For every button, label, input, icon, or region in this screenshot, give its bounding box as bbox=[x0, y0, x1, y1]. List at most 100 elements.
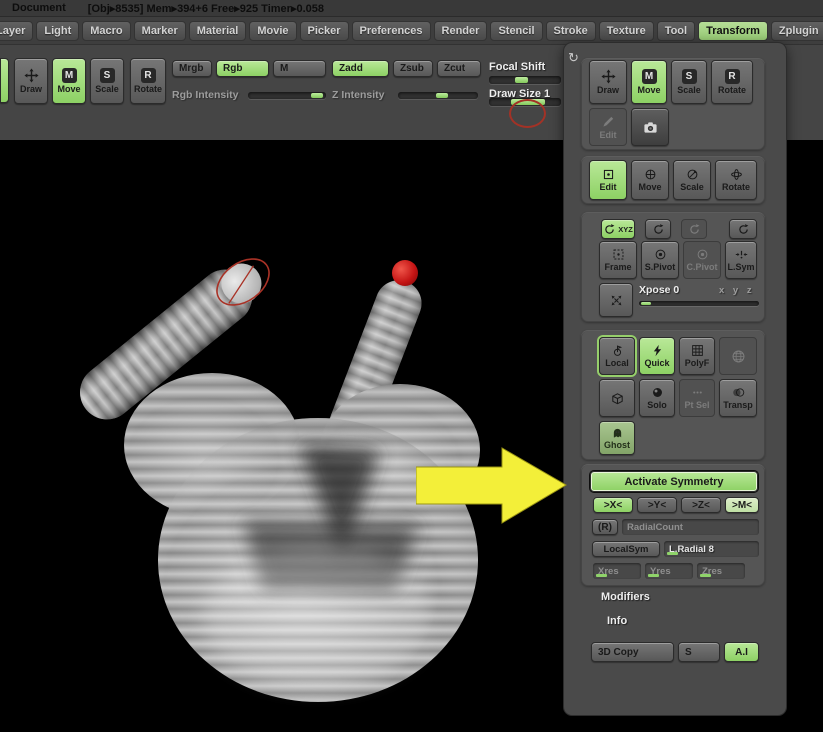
3d-copy-button[interactable]: 3D Copy bbox=[591, 642, 674, 662]
move-letter-icon: M bbox=[61, 68, 77, 83]
menu-item-macro[interactable]: Macro bbox=[82, 20, 131, 41]
point-select-button[interactable]: Pt Sel bbox=[679, 379, 715, 417]
symmetry-x-button[interactable]: >X< bbox=[593, 497, 633, 513]
symmetry-z-button[interactable]: >Z< bbox=[681, 497, 721, 513]
activate-symmetry-button[interactable]: Activate Symmetry bbox=[590, 471, 758, 492]
mrgb-button[interactable]: Mrgb bbox=[172, 60, 212, 77]
xyz-button[interactable]: XYZ bbox=[601, 219, 635, 239]
menu-item-transform[interactable]: Transform bbox=[698, 20, 768, 41]
menu-item-layer[interactable]: Layer bbox=[0, 20, 34, 41]
panel-scale-button[interactable]: S Scale bbox=[671, 60, 707, 104]
draw-button[interactable]: Draw bbox=[14, 58, 48, 104]
menu-item-preferences[interactable]: Preferences bbox=[351, 20, 431, 41]
c-pivot-button[interactable]: C.Pivot bbox=[683, 241, 721, 279]
modifiers-label[interactable]: Modifiers bbox=[601, 591, 650, 603]
move-button[interactable]: M Move bbox=[52, 58, 86, 104]
z-intensity-knob[interactable] bbox=[436, 93, 448, 98]
s-pivot-button[interactable]: S.Pivot bbox=[641, 241, 679, 279]
symmetry-section: Activate Symmetry >X< >Y< >Z< >M< (R) Ra… bbox=[581, 464, 765, 586]
rotate-button[interactable]: R Rotate bbox=[130, 58, 166, 104]
polyframe-button[interactable]: PolyF bbox=[679, 337, 715, 375]
gyro-scale-button[interactable]: Scale bbox=[673, 160, 711, 200]
clipped-button[interactable] bbox=[0, 58, 9, 103]
rotate-x-button[interactable] bbox=[645, 219, 671, 239]
circular-arrow-icon[interactable]: ↻ bbox=[568, 51, 579, 64]
zres-slider[interactable]: Zres bbox=[697, 563, 745, 579]
title-bar: Document [Obj▸8535] Mem▸394+6 Free▸925 T… bbox=[0, 0, 823, 17]
rgb-button[interactable]: Rgb bbox=[216, 60, 269, 77]
gyro-rotate-button[interactable]: Rotate bbox=[715, 160, 757, 200]
edit-gyro-icon bbox=[602, 168, 615, 181]
l-radial-slider[interactable]: L.Radial 8 bbox=[664, 541, 759, 557]
rgb-intensity-knob[interactable] bbox=[311, 93, 323, 98]
rotate-x-icon bbox=[652, 223, 665, 236]
radial-symmetry-button[interactable]: (R) bbox=[592, 519, 618, 535]
gyro-edit-button[interactable]: Edit bbox=[589, 160, 627, 200]
snapshot-button[interactable] bbox=[631, 108, 669, 146]
focal-shift-label: Focal Shift bbox=[489, 61, 546, 73]
frame-button[interactable]: Frame bbox=[599, 241, 637, 279]
xres-slider[interactable]: Xres bbox=[593, 563, 641, 579]
zadd-button[interactable]: Zadd bbox=[332, 60, 389, 77]
menu-item-tool[interactable]: Tool bbox=[656, 20, 696, 41]
focal-shift-slider[interactable] bbox=[489, 76, 561, 84]
move-gyro-icon bbox=[644, 168, 657, 181]
panel-rotate-button[interactable]: R Rotate bbox=[711, 60, 753, 104]
rotate-y-button[interactable] bbox=[681, 219, 707, 239]
scale-button[interactable]: S Scale bbox=[90, 58, 124, 104]
red-marker-ellipse bbox=[509, 99, 546, 128]
radial-count-slider[interactable]: RadialCount bbox=[622, 519, 759, 535]
info-label[interactable]: Info bbox=[607, 615, 627, 627]
menu-item-picker[interactable]: Picker bbox=[299, 20, 349, 41]
zcut-button[interactable]: Zcut bbox=[437, 60, 481, 77]
solo-button[interactable]: Solo bbox=[639, 379, 675, 417]
rotate-y-icon bbox=[688, 223, 701, 236]
scale-gyro-icon bbox=[686, 168, 699, 181]
xpose-knob[interactable] bbox=[641, 302, 651, 305]
scale-letter-icon: S bbox=[99, 68, 115, 83]
panel-draw-button[interactable]: Draw bbox=[589, 60, 627, 104]
menu-item-texture[interactable]: Texture bbox=[598, 20, 654, 41]
ghost-icon bbox=[611, 426, 624, 439]
menu-item-stroke[interactable]: Stroke bbox=[545, 20, 596, 41]
point-select-icon bbox=[691, 386, 704, 399]
z-intensity-slider[interactable] bbox=[398, 92, 478, 99]
s-button[interactable]: S bbox=[678, 642, 720, 662]
rgb-intensity-slider[interactable] bbox=[248, 92, 326, 99]
l-radial-knob[interactable] bbox=[667, 552, 678, 555]
rotate-z-button[interactable] bbox=[729, 219, 757, 239]
ghost-button[interactable]: Ghost bbox=[599, 421, 635, 455]
menu-item-render[interactable]: Render bbox=[433, 20, 488, 41]
zsub-button[interactable]: Zsub bbox=[393, 60, 433, 77]
menu-item-marker[interactable]: Marker bbox=[133, 20, 186, 41]
menu-item-zplugin[interactable]: Zplugin bbox=[770, 20, 823, 41]
axes-label: x y z bbox=[719, 285, 755, 296]
lightning-icon bbox=[651, 344, 664, 357]
l-sym-button[interactable]: L.Sym bbox=[725, 241, 757, 279]
cube-view-button[interactable] bbox=[599, 379, 635, 417]
local-sym-button[interactable]: LocalSym bbox=[592, 541, 660, 557]
quick-button[interactable]: Quick bbox=[639, 337, 675, 375]
yres-slider[interactable]: Yres bbox=[645, 563, 693, 579]
gyro-section: Edit Move Scale Rotate bbox=[581, 156, 765, 204]
transparency-button[interactable]: Transp bbox=[719, 379, 757, 417]
symmetry-y-button[interactable]: >Y< bbox=[637, 497, 677, 513]
panel-move-button[interactable]: M Move bbox=[631, 60, 667, 104]
sphere-grid-button[interactable] bbox=[719, 337, 757, 375]
m-button[interactable]: M bbox=[273, 60, 326, 77]
panel-edit-button[interactable]: Edit bbox=[589, 108, 627, 146]
symmetry-m-button[interactable]: >M< bbox=[725, 497, 759, 513]
sphere-grid-icon bbox=[731, 349, 746, 364]
menu-item-material[interactable]: Material bbox=[188, 20, 247, 41]
xpose-button[interactable] bbox=[599, 283, 633, 317]
status-stats: [Obj▸8535] Mem▸394+6 Free▸925 Timer▸0.05… bbox=[87, 2, 324, 15]
orientation-section: XYZ Frame S.Pivot C.Pivot L.Sym Xpose 0 … bbox=[581, 212, 765, 322]
menu-item-movie[interactable]: Movie bbox=[249, 20, 297, 41]
xpose-slider[interactable] bbox=[639, 301, 759, 306]
local-button[interactable]: Local bbox=[599, 337, 635, 375]
ai-button[interactable]: A.I bbox=[724, 642, 759, 662]
gyro-move-button[interactable]: Move bbox=[631, 160, 669, 200]
menu-item-stencil[interactable]: Stencil bbox=[490, 20, 543, 41]
focal-shift-knob[interactable] bbox=[515, 77, 528, 83]
menu-item-light[interactable]: Light bbox=[36, 20, 80, 41]
